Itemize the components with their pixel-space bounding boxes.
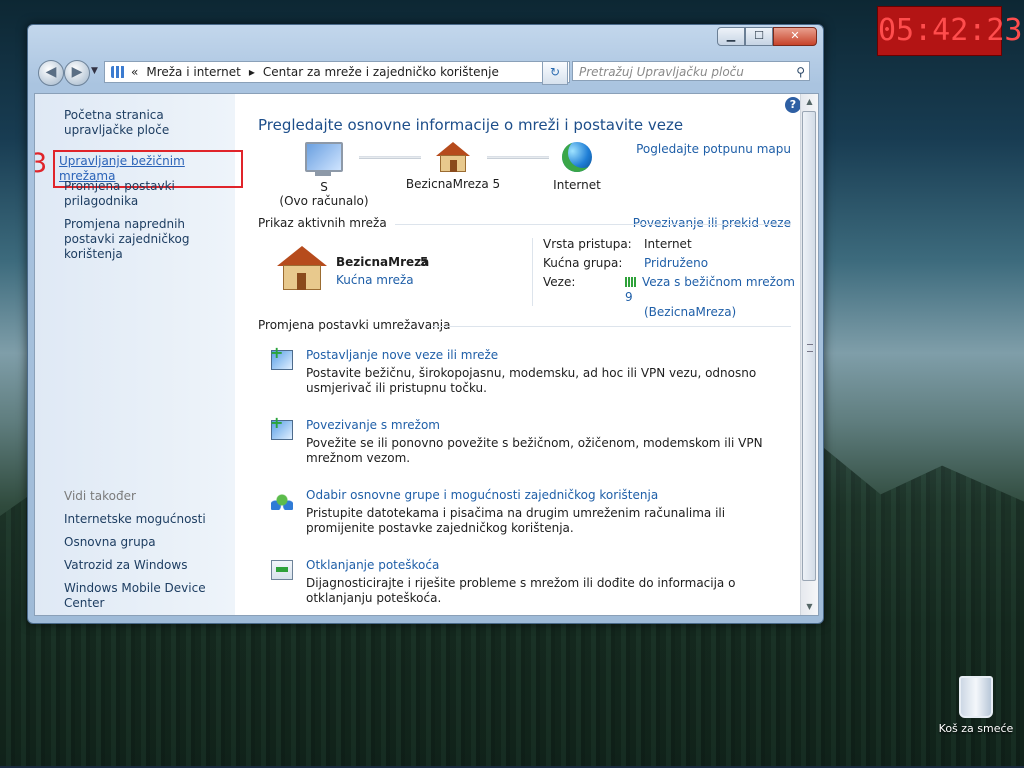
task-description: Pristupite datotekama i pisačima na drug… (306, 506, 726, 535)
desktop-clock-gadget: 05:42:23 (877, 6, 1023, 56)
view-full-map-link[interactable]: Pogledajte potpunu mapu (636, 142, 791, 156)
breadcrumb-network-sharing-center[interactable]: Centar za mreže i zajedničko korištenje (263, 65, 499, 79)
task-description: Postavite bežičnu, širokopojasnu, modems… (306, 366, 757, 395)
task-title-link[interactable]: Postavljanje nove veze ili mreže (306, 348, 498, 362)
map-link-line (487, 156, 549, 159)
active-network-number: 5 (420, 255, 429, 269)
computer-subtitle: (Ovo računalo) (279, 194, 369, 208)
link-internet-options[interactable]: Internetske mogućnosti (64, 512, 232, 527)
active-network-name: BezicnaMreza (336, 255, 430, 269)
homegroup-joined-link[interactable]: Pridruženo (644, 256, 708, 270)
new-connection-icon (270, 343, 293, 370)
breadcrumb-network-internet[interactable]: Mreža i internet (146, 65, 240, 79)
scroll-up-arrow-icon[interactable]: ▲ (801, 94, 818, 110)
recycle-bin-label: Koš za smeće (938, 722, 1014, 735)
refresh-button[interactable]: ↻ (542, 61, 568, 85)
maximize-button[interactable]: ☐ (745, 27, 773, 46)
task-description: Dijagnosticirajte i riješite probleme s … (306, 576, 736, 605)
page-title: Pregledajte osnovne informacije o mreži … (258, 116, 684, 134)
troubleshoot-icon (271, 560, 293, 580)
forward-button[interactable]: ▶ (64, 60, 90, 86)
link-control-panel-home[interactable]: Početna stranica upravljačke ploče (64, 108, 232, 138)
forward-arrow-icon: ▶ (71, 64, 83, 80)
network-location-link[interactable]: Kućna mreža (336, 273, 414, 287)
task-title-link[interactable]: Otklanjanje poteškoća (306, 558, 439, 572)
link-windows-mobile-device-center[interactable]: Windows Mobile Device Center (64, 581, 232, 611)
vertical-divider (532, 238, 533, 306)
help-icon[interactable]: ? (785, 97, 801, 113)
computer-name: S (320, 180, 328, 194)
task-description: Povežite se ili ponovno povežite s bežič… (306, 436, 763, 465)
breadcrumb-separator-icon[interactable]: ▸ (249, 65, 255, 79)
connect-network-icon (270, 413, 293, 440)
left-task-pane: Početna stranica upravljačke ploče 3 Upr… (35, 94, 243, 615)
refresh-icon: ↻ (549, 65, 561, 79)
scroll-grip-icon (807, 344, 813, 352)
link-homegroup[interactable]: Osnovna grupa (64, 535, 232, 550)
address-prefix[interactable]: « (131, 65, 138, 79)
back-button[interactable]: ◀ (38, 60, 64, 86)
map-node-internet[interactable]: Internet (545, 142, 609, 192)
navigation-bar: ◀ ▶ ▼ « Mreža i internet ▸ Centar za mre… (36, 59, 815, 86)
link-windows-firewall[interactable]: Vatrozid za Windows (64, 558, 232, 573)
section-divider (395, 224, 791, 225)
map-node-computer[interactable]: S (Ovo računalo) (279, 142, 369, 208)
recycle-bin-icon (959, 676, 993, 718)
search-icon[interactable]: ⚲ (796, 62, 805, 82)
scroll-down-arrow-icon[interactable]: ▼ (801, 599, 818, 615)
homegroup-label: Kućna grupa: (543, 256, 623, 270)
connect-disconnect-link[interactable]: Povezivanje ili prekid veze (633, 216, 791, 230)
connection-name: Veza s bežičnom mrežom 9 (625, 275, 795, 304)
task-title-link[interactable]: Povezivanje s mrežom (306, 418, 440, 432)
recycle-bin-desktop-icon[interactable]: Koš za smeće (936, 676, 1016, 735)
recent-pages-dropdown[interactable]: ▼ (91, 66, 98, 76)
map-network-name: BezicnaMreza 5 (405, 177, 501, 191)
connections-label: Veze: (543, 275, 576, 289)
back-arrow-icon: ◀ (45, 64, 57, 80)
link-change-advanced-sharing[interactable]: Promjena naprednih postavki zajedničkog … (64, 217, 232, 262)
section-divider (431, 326, 791, 327)
access-type-value: Internet (644, 237, 692, 251)
window-caption-buttons: ▁ ☐ ✕ (717, 27, 817, 46)
home-network-large-icon (277, 246, 327, 290)
search-placeholder: Pretražuj Upravljačku ploču (579, 65, 744, 79)
step-number-annotation: 3 (35, 148, 47, 179)
link-change-adapter-settings[interactable]: Promjena postavki prilagodnika (64, 179, 232, 209)
close-button[interactable]: ✕ (773, 27, 817, 46)
computer-icon (305, 142, 343, 176)
homegroup-icon (271, 490, 293, 510)
task-title-link[interactable]: Odabir osnovne grupe i mogućnosti zajedn… (306, 488, 658, 502)
control-panel-icon (111, 66, 125, 78)
home-network-icon (436, 142, 470, 172)
map-internet-label: Internet (553, 178, 601, 192)
access-type-label: Vrsta pristupa: (543, 237, 632, 251)
internet-globe-icon (562, 142, 592, 172)
wireless-signal-icon (625, 277, 638, 287)
active-networks-heading: Prikaz aktivnih mreža (258, 216, 387, 230)
search-input[interactable]: Pretražuj Upravljačku ploču ⚲ (572, 61, 810, 81)
wireless-connection-link[interactable]: Veza s bežičnom mrežom 9 (BezicnaMreza) (625, 275, 801, 320)
see-also-heading: Vidi također (64, 489, 136, 503)
scrollbar-thumb[interactable] (802, 111, 816, 581)
vertical-scrollbar[interactable]: ▲ ▼ (800, 94, 818, 615)
map-node-network[interactable]: BezicnaMreza 5 (403, 142, 503, 191)
address-bar[interactable]: « Mreža i internet ▸ Centar za mreže i z… (104, 61, 570, 83)
network-sharing-center-window: ▁ ☐ ✕ ◀ ▶ ▼ « Mreža i internet ▸ Centar … (27, 24, 824, 624)
window-content: Početna stranica upravljačke ploče 3 Upr… (34, 93, 819, 616)
connection-ssid: (BezicnaMreza) (644, 305, 737, 319)
change-settings-heading: Promjena postavki umrežavanja (258, 318, 451, 332)
minimize-button[interactable]: ▁ (717, 27, 745, 46)
main-pane: ? Pregledajte osnovne informacije o mrež… (235, 94, 801, 615)
